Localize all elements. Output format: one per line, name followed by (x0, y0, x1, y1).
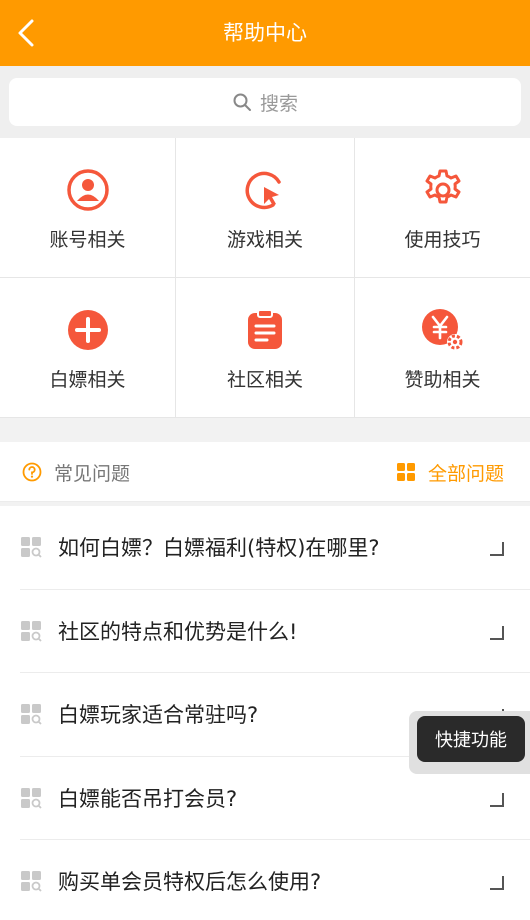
user-circle-icon (66, 169, 109, 211)
back-button[interactable] (6, 13, 46, 53)
category-label: 游戏相关 (226, 229, 303, 251)
category-community[interactable]: 社区相关 (176, 278, 355, 418)
faq-header: 常见问题 全部问题 (0, 442, 530, 502)
question-circle-icon (22, 462, 42, 482)
category-label: 赞助相关 (404, 369, 481, 391)
question-text: 白嫖能否吊打会员? (58, 786, 238, 811)
app-header: 帮助中心 (0, 0, 530, 66)
category-game[interactable]: 游戏相关 (176, 138, 355, 278)
category-sponsor[interactable]: 赞助相关 (355, 278, 530, 418)
category-account[interactable]: 账号相关 (0, 138, 176, 278)
list-item[interactable]: 如何白嫖？白嫖福利(特权)在哪里? (20, 506, 530, 590)
faq-title-text: 常见问题 (54, 462, 131, 485)
search-icon (233, 93, 251, 111)
corner-arrow-icon (490, 876, 504, 890)
category-freebie[interactable]: 白嫖相关 (0, 278, 176, 418)
category-label: 社区相关 (226, 369, 303, 391)
yen-gear-icon (421, 309, 463, 350)
search-placeholder: 搜索 (259, 92, 298, 115)
chevron-left-icon (18, 19, 34, 47)
corner-arrow-icon (490, 792, 504, 807)
plus-circle-icon (67, 310, 108, 350)
all-questions-label: 全部问题 (427, 462, 504, 485)
faq-title: 常见问题 (22, 442, 130, 502)
category-grid: 账号相关 游戏相关 使用技巧 白嫖相关 社区相关 赞助相关 (0, 138, 530, 418)
search-input[interactable]: 搜索 (9, 78, 521, 126)
question-text: 如何白嫖？白嫖福利(特权)在哪里? (58, 536, 380, 561)
search-bar: 搜索 (0, 66, 530, 138)
question-text: 社区的特点和优势是什么! (58, 619, 298, 644)
question-text: 购买单会员特权后怎么使用? (58, 870, 322, 895)
cursor-ring-icon (245, 171, 281, 210)
category-label: 账号相关 (49, 229, 126, 251)
doc-search-icon (21, 537, 42, 558)
list-item[interactable]: 社区的特点和优势是什么! (20, 590, 530, 673)
category-label: 白嫖相关 (49, 369, 126, 391)
page-title: 帮助中心 (223, 21, 307, 45)
doc-search-icon (21, 871, 42, 892)
question-text: 白嫖玩家适合常驻吗? (58, 703, 259, 728)
quick-action-tab[interactable]: 快捷功能 (409, 711, 530, 774)
list-item[interactable]: 购买单会员特权后怎么使用? (20, 840, 530, 920)
doc-search-icon (21, 787, 42, 809)
gear-icon (425, 169, 460, 204)
corner-arrow-icon (490, 625, 504, 640)
grid-icon (396, 463, 415, 481)
corner-arrow-icon (490, 542, 504, 556)
category-label: 使用技巧 (404, 229, 481, 251)
clipboard-icon (248, 309, 282, 349)
all-questions-button[interactable]: 全部问题 (396, 442, 504, 502)
quick-action-button[interactable]: 快捷功能 (417, 716, 525, 762)
doc-search-icon (21, 704, 42, 725)
doc-search-icon (21, 620, 42, 642)
category-tips[interactable]: 使用技巧 (355, 138, 530, 278)
